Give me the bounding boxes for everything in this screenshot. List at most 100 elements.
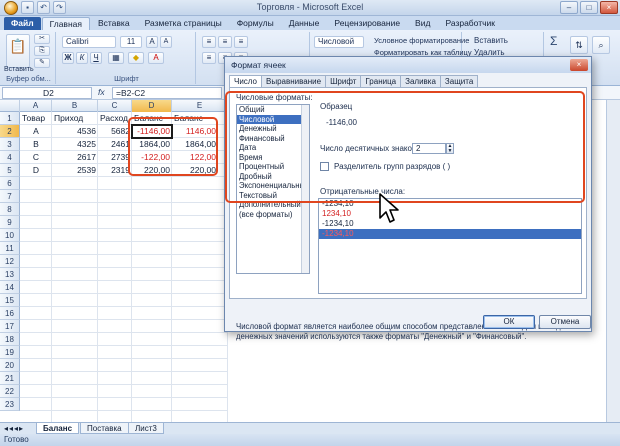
borders-icon[interactable]: ▦ [108,52,124,64]
font-size-select[interactable]: 11 [120,36,142,48]
font-color-icon[interactable]: A [148,52,164,64]
negative-format-item[interactable]: -1234,10 [319,219,581,229]
row-header[interactable]: 10 [0,229,20,242]
row-header[interactable]: 7 [0,190,20,203]
tab-home[interactable]: Главная [41,17,90,30]
row-header[interactable]: 2 [0,125,20,138]
name-box[interactable]: D2 [2,87,92,99]
tab-formulas[interactable]: Формулы [230,17,281,30]
sheet-nav-arrows[interactable]: ◂◂◂▸ [0,423,28,434]
cell[interactable]: 2539 [52,164,98,177]
align-top-icon[interactable]: ≡ [202,36,216,48]
fill-color-icon[interactable]: ◆ [128,52,144,64]
underline-button[interactable]: Ч [90,52,102,64]
row-header[interactable]: 3 [0,138,20,151]
dialog-tab-font[interactable]: Шрифт [325,75,362,87]
negative-numbers-list[interactable]: -1234,10 1234,10 -1234,10 -1234,10 [318,198,582,294]
shrink-font-icon[interactable]: A [160,36,172,48]
cancel-button[interactable]: Отмена [539,315,591,329]
cell[interactable]: 2617 [52,151,98,164]
paste-icon[interactable]: 📋 [6,34,30,68]
header-cell[interactable]: Товар [20,112,52,125]
cell[interactable]: B [20,138,52,151]
autosum-icon[interactable]: Σ [550,34,557,48]
dialog-tab-fill[interactable]: Заливка [400,75,441,87]
grow-font-icon[interactable]: A [146,36,158,48]
maximize-icon[interactable]: □ [580,1,598,14]
column-header[interactable]: E [172,100,228,112]
tab-page-layout[interactable]: Разметка страницы [138,17,229,30]
row-header[interactable]: 18 [0,333,20,346]
tab-insert[interactable]: Вставка [91,17,137,30]
worksheet-grid[interactable]: A B C D E 1 2 3 4 5 6 7 8 9 10 11 12 13 14 15 16 17 18 19 2… [0,100,228,422]
sheet-tab-sheet3[interactable]: Лист3 [128,423,164,434]
cell[interactable]: 2739 [98,151,132,164]
cell[interactable]: 2461 [98,138,132,151]
dialog-tab-border[interactable]: Граница [360,75,402,87]
column-header[interactable]: D [132,100,172,112]
formula-input[interactable]: =B2-C2 [112,87,222,99]
row-header[interactable]: 11 [0,242,20,255]
dialog-close-icon[interactable]: × [570,59,588,71]
align-middle-icon[interactable]: ≡ [218,36,232,48]
cell[interactable]: 2319 [98,164,132,177]
row-header[interactable]: 13 [0,268,20,281]
tab-file[interactable]: Файл [4,17,41,30]
row-header[interactable]: 4 [0,151,20,164]
row-header[interactable]: 15 [0,294,20,307]
ok-button[interactable]: ОК [483,315,535,329]
insert-function-icon[interactable]: fx [98,87,105,97]
cell[interactable]: 5682 [98,125,132,138]
sheet-tab-balance[interactable]: Баланс [36,423,80,434]
sheet-tab-supply[interactable]: Поставка [80,423,129,434]
conditional-format-button[interactable]: Условное форматирование [374,36,469,45]
row-header[interactable]: 14 [0,281,20,294]
dialog-tab-alignment[interactable]: Выравнивание [261,75,327,87]
align-left-icon[interactable]: ≡ [202,52,216,64]
column-header[interactable]: B [52,100,98,112]
tab-view[interactable]: Вид [408,17,437,30]
tab-data[interactable]: Данные [282,17,327,30]
row-header[interactable]: 20 [0,359,20,372]
cut-icon[interactable]: ✂ [34,34,50,44]
row-header[interactable]: 17 [0,320,20,333]
row-header[interactable]: 16 [0,307,20,320]
minimize-icon[interactable]: – [560,1,578,14]
row-header[interactable]: 6 [0,177,20,190]
find-icon[interactable]: ⌕ [592,36,610,54]
row-header[interactable]: 1 [0,112,20,125]
format-list-item[interactable]: (все форматы) [237,210,309,220]
font-name-select[interactable]: Calibri [62,36,116,48]
negative-format-item[interactable]: 1234,10 [319,209,581,219]
row-header[interactable]: 9 [0,216,20,229]
row-header[interactable]: 22 [0,385,20,398]
tab-developer[interactable]: Разработчик [438,17,502,30]
row-header[interactable]: 23 [0,398,20,411]
cell[interactable]: C [20,151,52,164]
sort-filter-icon[interactable]: ⇅ [570,36,588,54]
cell[interactable]: D [20,164,52,177]
cell[interactable]: 4325 [52,138,98,151]
header-cell[interactable]: Расход [98,112,132,125]
row-header[interactable]: 8 [0,203,20,216]
italic-button[interactable]: К [76,52,88,64]
row-header[interactable]: 12 [0,255,20,268]
tab-review[interactable]: Рецензирование [327,17,407,30]
dialog-tab-protection[interactable]: Защита [439,75,479,87]
bold-button[interactable]: Ж [62,52,74,64]
align-bottom-icon[interactable]: ≡ [234,36,248,48]
cell[interactable]: 4536 [52,125,98,138]
vertical-scrollbar[interactable] [606,100,620,422]
negative-format-item[interactable]: -1234,10 [319,229,581,239]
column-header[interactable]: A [20,100,52,112]
header-cell[interactable]: Приход [52,112,98,125]
insert-cells-button[interactable]: Вставить [474,36,508,45]
column-header[interactable]: C [98,100,132,112]
row-header[interactable]: 21 [0,372,20,385]
cell[interactable]: A [20,125,52,138]
copy-icon[interactable]: ⎘ [34,46,50,56]
row-header[interactable]: 5 [0,164,20,177]
number-format-select[interactable]: Числовой [314,36,364,48]
select-all-corner[interactable] [0,100,20,112]
row-header[interactable]: 19 [0,346,20,359]
